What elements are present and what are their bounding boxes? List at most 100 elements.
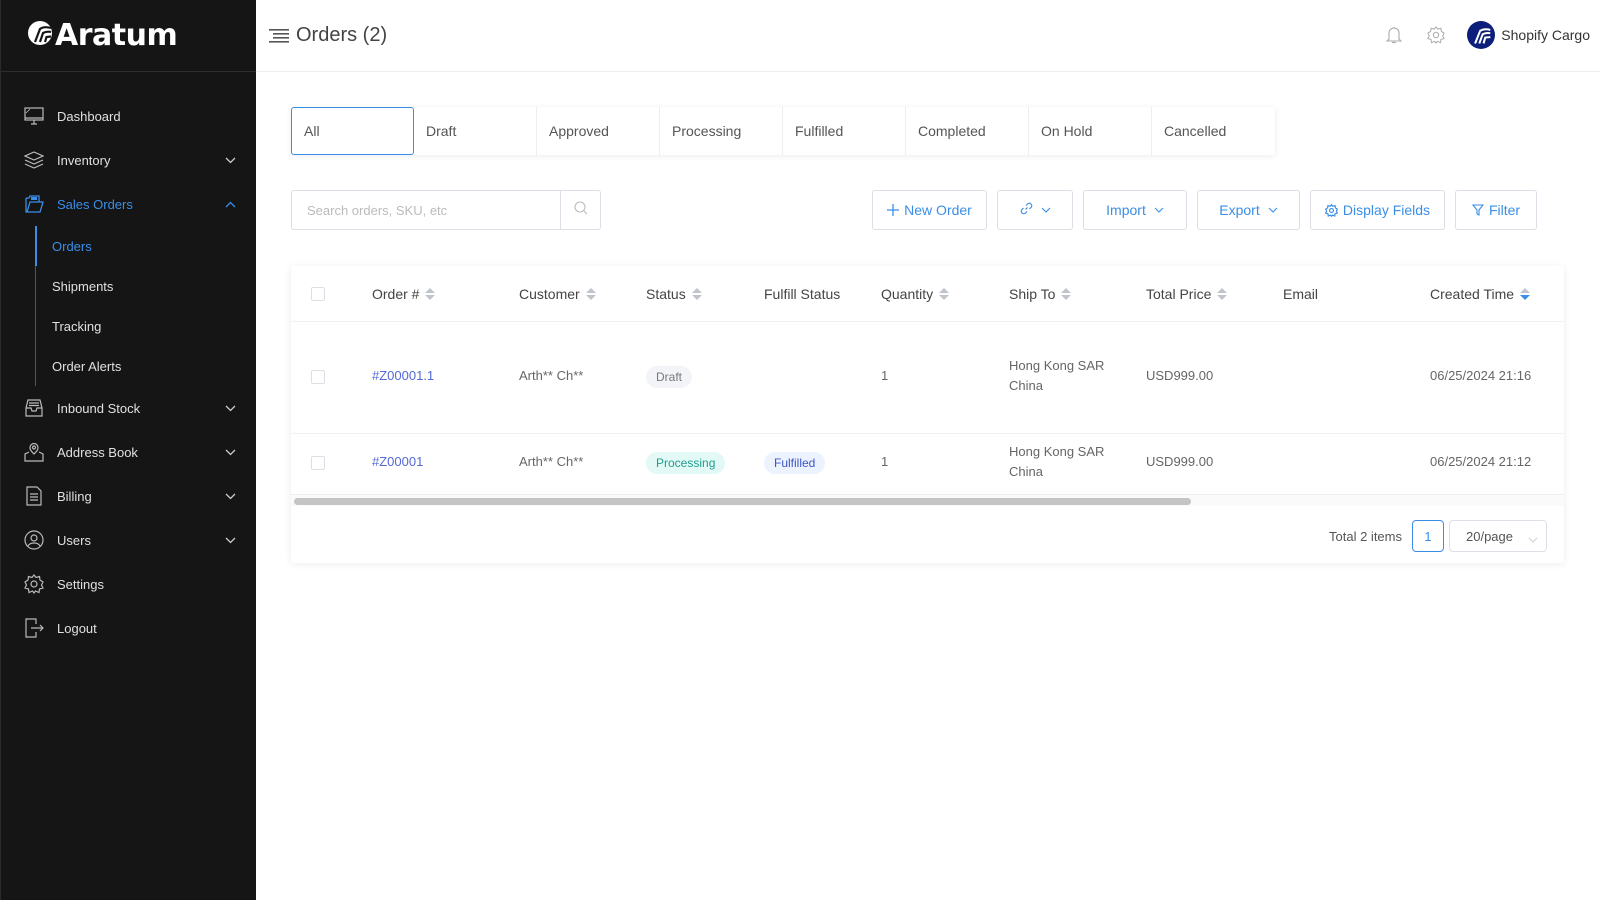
ship-to-line: Hong Kong SAR <box>1009 358 1105 373</box>
column-created-time[interactable]: Created Time <box>1430 266 1531 322</box>
menu-toggle-icon[interactable] <box>268 25 290 47</box>
order-number-link[interactable]: #Z00001.1 <box>372 368 434 383</box>
status-badge: Processing <box>646 452 726 474</box>
sort-icon <box>585 288 596 300</box>
row-checkbox[interactable] <box>311 370 325 384</box>
header-actions: Shopify Cargo <box>1383 0 1590 70</box>
chevron-down-icon <box>224 154 236 166</box>
tab-fulfilled[interactable]: Fulfilled <box>783 107 906 155</box>
status-badge: Draft <box>646 366 693 388</box>
logout-icon <box>24 618 44 638</box>
row-checkbox[interactable] <box>311 456 325 470</box>
chevron-down-icon <box>224 446 236 458</box>
sort-icon <box>1061 288 1072 300</box>
tab-completed[interactable]: Completed <box>906 107 1029 155</box>
page-size-select[interactable]: 20/page <box>1449 520 1547 552</box>
select-all-checkbox[interactable] <box>311 287 325 301</box>
ship-to-line: Hong Kong SAR <box>1009 444 1105 459</box>
chevron-down-icon <box>1268 207 1278 213</box>
inbox-icon <box>24 398 44 418</box>
status-tabs: All Draft Approved Processing Fulfilled … <box>291 107 1275 155</box>
column-customer[interactable]: Customer <box>519 266 596 322</box>
total-price-cell: USD999.00 <box>1146 454 1214 469</box>
column-email: Email <box>1283 266 1318 322</box>
horizontal-scrollbar[interactable] <box>291 494 1564 506</box>
column-status[interactable]: Status <box>646 266 702 322</box>
column-label: Customer <box>519 286 580 302</box>
column-total-price[interactable]: Total Price <box>1146 266 1228 322</box>
sidebar-subitem-order-alerts[interactable]: Order Alerts <box>36 346 256 386</box>
sidebar-item-dashboard[interactable]: Dashboard <box>1 94 256 138</box>
gear-icon[interactable] <box>1425 24 1447 46</box>
ship-to-line: China <box>1009 464 1043 479</box>
scrollbar-thumb[interactable] <box>294 498 1191 505</box>
display-fields-button[interactable]: Display Fields <box>1310 190 1445 230</box>
account-name[interactable]: Shopify Cargo <box>1501 27 1590 43</box>
brand-logo[interactable]: Aratum <box>1 0 256 72</box>
sidebar-subitem-shipments[interactable]: Shipments <box>36 266 256 306</box>
layers-icon <box>24 150 44 170</box>
column-label: Ship To <box>1009 286 1056 302</box>
map-pin-icon <box>24 442 44 462</box>
sidebar-nav: Dashboard Inventory Sales Orders Orders … <box>1 72 256 650</box>
aratum-logo-icon <box>27 20 53 51</box>
sidebar-item-address-book[interactable]: Address Book <box>1 430 256 474</box>
new-order-button[interactable]: New Order <box>872 190 987 230</box>
chevron-down-icon <box>224 534 236 546</box>
sidebar-item-sales-orders[interactable]: Sales Orders <box>1 182 256 226</box>
total-price-cell: USD999.00 <box>1146 368 1214 383</box>
tab-approved[interactable]: Approved <box>537 107 660 155</box>
tab-all[interactable]: All <box>291 107 414 155</box>
tab-draft[interactable]: Draft <box>414 107 537 155</box>
column-order-number[interactable]: Order # <box>372 266 436 322</box>
tab-processing[interactable]: Processing <box>660 107 783 155</box>
table-row[interactable]: #Z00001 Arth** Ch** Processing Fulfilled… <box>291 434 1564 494</box>
sales-orders-submenu: Orders Shipments Tracking Order Alerts <box>35 226 256 386</box>
column-ship-to[interactable]: Ship To <box>1009 266 1072 322</box>
tab-cancelled[interactable]: Cancelled <box>1152 107 1275 155</box>
search-box <box>291 190 601 230</box>
tab-on-hold[interactable]: On Hold <box>1029 107 1152 155</box>
sidebar-item-inbound-stock[interactable]: Inbound Stock <box>1 386 256 430</box>
main-content: All Draft Approved Processing Fulfilled … <box>256 72 1600 900</box>
export-button[interactable]: Export <box>1197 190 1300 230</box>
page-size-value: 20/page <box>1466 528 1513 544</box>
sidebar-subitem-orders[interactable]: Orders <box>35 226 256 266</box>
ship-to-cell: Hong Kong SAR China <box>1009 356 1119 396</box>
sidebar-item-label: Dashboard <box>57 108 121 124</box>
order-number-link[interactable]: #Z00001 <box>372 454 423 469</box>
import-button[interactable]: Import <box>1083 190 1187 230</box>
sidebar-subitem-tracking[interactable]: Tracking <box>36 306 256 346</box>
monitor-icon <box>24 106 44 126</box>
column-label: Total Price <box>1146 286 1212 302</box>
chevron-down-icon <box>1154 207 1164 213</box>
orders-table: Order # Customer Status Fulfill Status Q… <box>291 266 1564 563</box>
chevron-down-icon <box>224 490 236 502</box>
chevron-up-icon <box>224 198 236 210</box>
search-button[interactable] <box>560 191 600 229</box>
table-row[interactable]: #Z00001.1 Arth** Ch** Draft 1 Hong Kong … <box>291 322 1564 434</box>
sidebar-item-users[interactable]: Users <box>1 518 256 562</box>
column-label: Email <box>1283 286 1319 302</box>
page-button-current[interactable]: 1 <box>1412 520 1444 552</box>
sidebar-item-billing[interactable]: Billing <box>1 474 256 518</box>
sidebar-item-logout[interactable]: Logout <box>1 606 256 650</box>
sidebar-item-inventory[interactable]: Inventory <box>1 138 256 182</box>
column-quantity[interactable]: Quantity <box>881 266 950 322</box>
folder-icon <box>24 194 44 214</box>
sidebar-item-label: Address Book <box>57 444 138 460</box>
link-dropdown-button[interactable] <box>997 190 1073 230</box>
column-label: Order # <box>372 286 420 302</box>
chevron-down-icon <box>1041 207 1051 213</box>
account-avatar[interactable] <box>1467 21 1496 49</box>
search-input[interactable] <box>292 191 560 229</box>
sidebar-item-settings[interactable]: Settings <box>1 562 256 606</box>
sort-desc-icon <box>1520 288 1531 300</box>
created-time-cell: 06/25/2024 21:12 <box>1430 454 1532 469</box>
filter-button[interactable]: Filter <box>1455 190 1537 230</box>
sidebar-item-label: Settings <box>57 576 104 592</box>
quantity-cell: 1 <box>881 454 889 469</box>
ship-to-line: China <box>1009 378 1043 393</box>
bell-icon[interactable] <box>1383 24 1405 46</box>
sidebar-item-label: Inventory <box>57 152 111 168</box>
